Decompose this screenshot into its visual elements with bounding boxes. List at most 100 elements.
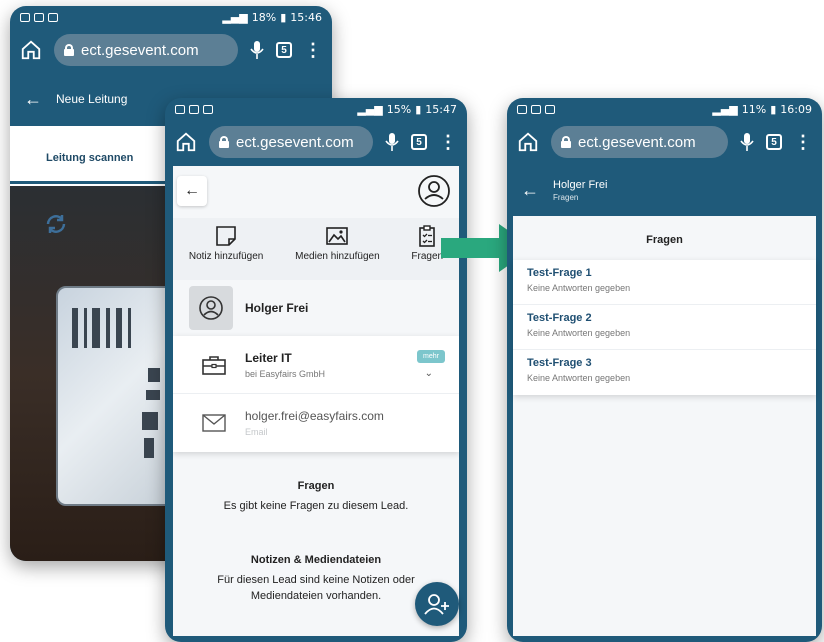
add-contact-fab[interactable] (415, 582, 459, 626)
more-badge[interactable]: mehr (417, 350, 445, 363)
url-text: ect.gesevent.com (578, 133, 696, 151)
top-actions-bar: ← (173, 166, 459, 218)
lead-detail-content: ← Notiz hinzufügen Medien hinzufügen Fra… (173, 166, 459, 636)
status-bar: ▂▄▆ 18% ▮ 15:46 (10, 6, 332, 28)
clipboard-icon (419, 225, 436, 247)
add-user-icon (424, 594, 449, 615)
browser-toolbar: ect.gesevent.com 5 ⋮ (10, 28, 332, 72)
battery-icon: ▮ (770, 102, 777, 116)
signal-icon: ▂▄▆ (712, 102, 738, 116)
list-item[interactable]: Test-Frage 1 Keine Antworten gegeben (513, 260, 816, 305)
battery-icon: ▮ (280, 10, 287, 24)
lock-icon (64, 44, 74, 56)
profile-icon[interactable] (417, 174, 451, 208)
back-button[interactable]: ← (177, 176, 207, 206)
mail-icon (202, 414, 226, 432)
user-icon (199, 296, 223, 320)
notes-empty-text: Für diesen Lead sind keine Notizen oder … (217, 574, 415, 602)
more-menu-icon[interactable]: ⋮ (304, 41, 322, 59)
questions-section: Fragen Es gibt keine Fragen zu diesem Le… (173, 480, 459, 514)
avatar (189, 286, 233, 330)
contact-header: Holger Frei (173, 280, 459, 336)
status-bar: ▂▄▆ 11% ▮ 16:09 (507, 98, 822, 120)
notification-icon (545, 104, 555, 114)
switch-camera-icon[interactable] (44, 212, 68, 236)
gallery-icon (20, 12, 30, 22)
questions-list: Test-Frage 1 Keine Antworten gegeben Tes… (513, 260, 816, 395)
browser-toolbar: ect.gesevent.com 5 ⋮ (507, 120, 822, 164)
clock: 16:09 (780, 102, 812, 116)
contact-info-card: Leiter IT bei Easyfairs GmbH mehr ⌄ holg… (173, 336, 459, 452)
home-icon[interactable] (20, 39, 42, 61)
add-media-button[interactable]: Medien hinzufügen (295, 224, 380, 262)
image-icon (326, 227, 349, 245)
url-bar[interactable]: ect.gesevent.com (551, 126, 728, 158)
tabs-count-button[interactable]: 5 (276, 42, 292, 58)
image-icon (531, 104, 541, 114)
questions-list-title: Fragen (646, 234, 683, 246)
url-bar[interactable]: ect.gesevent.com (209, 126, 373, 158)
question-title: Test-Frage 1 (527, 267, 592, 279)
gallery-icon (175, 104, 185, 114)
screenshot-collage: ▂▄▆ 18% ▮ 15:46 ect.gesevent.com 5 ⋮ ← N… (0, 0, 824, 642)
question-status: Keine Antworten gegeben (527, 373, 631, 383)
page-title: Neue Leitung (56, 92, 128, 106)
note-icon (216, 226, 236, 246)
url-text: ect.gesevent.com (236, 133, 354, 151)
chevron-down-icon[interactable]: ⌄ (425, 368, 433, 379)
clock: 15:47 (425, 102, 457, 116)
tab-scan-lead[interactable]: Leitung scannen (46, 152, 133, 164)
tabs-count-button[interactable]: 5 (766, 134, 782, 150)
question-title: Test-Frage 3 (527, 357, 592, 369)
list-item[interactable]: Test-Frage 2 Keine Antworten gegeben (513, 305, 816, 350)
email-row: holger.frei@easyfairs.com Email (173, 394, 459, 452)
questions-empty-text: Es gibt keine Fragen zu diesem Lead. (223, 500, 409, 512)
image-icon (189, 104, 199, 114)
more-menu-icon[interactable]: ⋮ (794, 133, 812, 151)
battery-percent: 18% (251, 10, 277, 24)
email-label: Email (245, 427, 268, 437)
add-note-button[interactable]: Notiz hinzufügen (188, 224, 264, 262)
questions-section-title: Fragen (297, 480, 335, 492)
company-name: bei Easyfairs GmbH (245, 368, 326, 379)
phone-lead-detail-screen: ▂▄▆ 15% ▮ 15:47 ect.gesevent.com 5 ⋮ ← N… (165, 98, 467, 642)
browser-toolbar: ect.gesevent.com 5 ⋮ (165, 120, 467, 164)
home-icon[interactable] (517, 131, 539, 153)
home-icon[interactable] (175, 131, 197, 153)
add-note-label: Notiz hinzufügen (188, 251, 264, 262)
questions-button[interactable]: Fragen (411, 224, 443, 262)
header-title: Holger Frei (553, 178, 608, 191)
lock-icon (561, 136, 571, 148)
battery-percent: 11% (741, 102, 767, 116)
tabs-count-button[interactable]: 5 (411, 134, 427, 150)
more-menu-icon[interactable]: ⋮ (439, 133, 457, 151)
contact-name: Holger Frei (245, 301, 309, 315)
list-item[interactable]: Test-Frage 3 Keine Antworten gegeben (513, 350, 816, 395)
questions-content: Fragen Test-Frage 1 Keine Antworten gege… (513, 216, 816, 636)
back-arrow-icon: ← (184, 182, 200, 199)
chat-icon (203, 104, 213, 114)
phone-questions-screen: ▂▄▆ 11% ▮ 16:09 ect.gesevent.com 5 ⋮ ← H… (507, 98, 822, 642)
lead-actions: Notiz hinzufügen Medien hinzufügen Frage… (173, 218, 459, 280)
clock: 15:46 (290, 10, 322, 24)
question-status: Keine Antworten gegeben (527, 283, 631, 293)
questions-label: Fragen (411, 251, 444, 262)
url-bar[interactable]: ect.gesevent.com (54, 34, 238, 66)
back-arrow-icon[interactable]: ← (521, 180, 539, 201)
add-media-label: Medien hinzufügen (295, 251, 380, 262)
battery-icon: ▮ (415, 102, 422, 116)
battery-percent: 15% (386, 102, 412, 116)
signal-icon: ▂▄▆ (357, 102, 383, 116)
microphone-icon[interactable] (250, 40, 264, 60)
status-bar: ▂▄▆ 15% ▮ 15:47 (165, 98, 467, 120)
notification-icon (48, 12, 58, 22)
microphone-icon[interactable] (740, 132, 754, 152)
header-subtitle: Fragen (553, 192, 579, 202)
briefcase-icon (202, 355, 226, 375)
back-arrow-icon[interactable]: ← (24, 89, 42, 110)
microphone-icon[interactable] (385, 132, 399, 152)
active-tab-indicator (10, 181, 170, 184)
signal-icon: ▂▄▆ (222, 10, 248, 24)
chat-icon (34, 12, 44, 22)
email-address[interactable]: holger.frei@easyfairs.com (245, 409, 384, 423)
